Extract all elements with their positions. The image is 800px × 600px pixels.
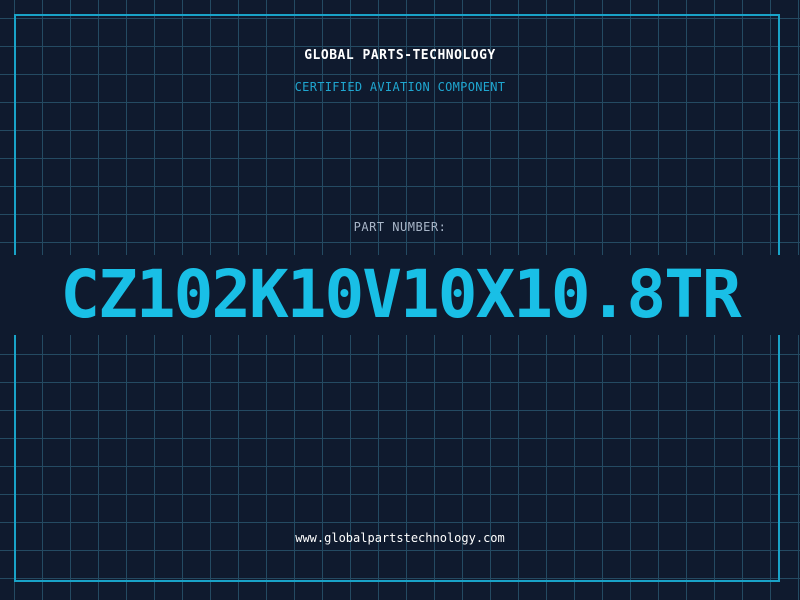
part-number-label: PART NUMBER:: [353, 220, 447, 234]
part-number-value: CZ102K10V10X10.8TR: [60, 256, 741, 333]
part-number-band: CZ102K10V10X10.8TR: [0, 255, 800, 335]
tagline: CERTIFIED AVIATION COMPONENT: [294, 80, 506, 94]
company-name: GLOBAL PARTS-TECHNOLOGY: [304, 48, 496, 63]
website-url: www.globalpartstechnology.com: [295, 531, 505, 545]
